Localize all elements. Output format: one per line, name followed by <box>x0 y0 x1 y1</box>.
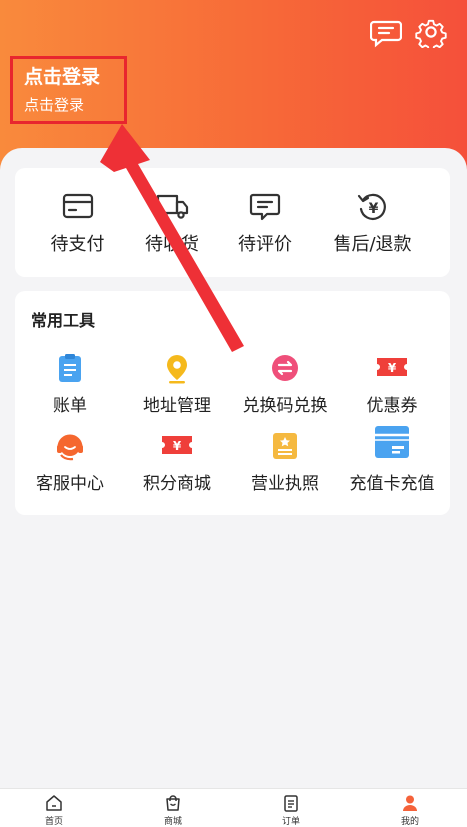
order-label: 待收货 <box>145 234 199 255</box>
tab-label: 商城 <box>163 817 182 827</box>
order-pending-receipt[interactable]: 待收货 <box>127 168 217 277</box>
license-icon <box>271 431 299 465</box>
headset-icon <box>55 431 85 465</box>
shopping-bag-icon <box>164 794 182 816</box>
user-icon <box>401 794 419 816</box>
tools-title: 常用工具 <box>31 311 96 330</box>
card-icon <box>62 192 94 224</box>
order-pending-review[interactable]: 待评价 <box>220 168 310 277</box>
tab-mall[interactable]: 商城 <box>133 789 213 827</box>
tool-coupon[interactable]: ¥ 优惠券 <box>337 353 447 417</box>
tab-orders[interactable]: 订单 <box>251 789 331 827</box>
tool-points-mall[interactable]: ¥ 积分商城 <box>122 431 232 495</box>
tool-label: 账单 <box>53 396 87 416</box>
tool-label: 兑换码兑换 <box>242 396 328 416</box>
common-tools-card: 常用工具 账单 地址管理 兑换码兑换 ¥ 优惠券 客服中心 ¥ 积分商城 营业执… <box>15 291 450 515</box>
login-title[interactable]: 点击登录 <box>24 65 124 89</box>
tab-home[interactable]: 首页 <box>14 789 94 827</box>
tab-mine[interactable]: 我的 <box>370 789 450 827</box>
tool-label: 充值卡充值 <box>349 474 435 494</box>
points-ticket-icon: ¥ <box>160 431 194 463</box>
refund-icon: ¥ <box>357 192 389 226</box>
order-pending-payment[interactable]: 待支付 <box>35 168 120 277</box>
order-label: 待支付 <box>50 234 105 255</box>
gear-icon[interactable] <box>415 16 447 48</box>
login-subtitle[interactable]: 点击登录 <box>24 95 124 115</box>
chat-bubble-icon[interactable] <box>370 16 402 48</box>
comment-icon <box>249 192 281 226</box>
exchange-icon <box>270 353 300 387</box>
tool-customer-service[interactable]: 客服中心 <box>15 431 125 495</box>
svg-text:¥: ¥ <box>368 201 378 217</box>
svg-text:¥: ¥ <box>388 361 397 375</box>
tool-bill[interactable]: 账单 <box>15 353 125 417</box>
tool-business-license[interactable]: 营业执照 <box>230 431 340 495</box>
home-icon <box>45 794 63 816</box>
tool-label: 营业执照 <box>251 474 319 494</box>
tab-label: 首页 <box>44 817 63 827</box>
tool-recharge-card[interactable]: 充值卡充值 <box>337 426 447 495</box>
tool-redeem-code[interactable]: 兑换码兑换 <box>230 353 340 417</box>
tab-label: 我的 <box>400 817 419 827</box>
order-status-card: 待支付 待收货 待评价 ¥ 售后/退款 <box>15 168 450 277</box>
location-pin-icon <box>163 353 191 389</box>
tool-address[interactable]: 地址管理 <box>122 353 232 417</box>
order-label: 售后/退款 <box>333 234 412 255</box>
tool-label: 地址管理 <box>143 396 211 416</box>
tool-label: 客服中心 <box>36 474 104 494</box>
tool-label: 积分商城 <box>143 474 211 494</box>
truck-icon <box>155 192 189 224</box>
tab-label: 订单 <box>281 817 300 827</box>
bottom-tab-bar: 首页 商城 订单 我的 <box>0 788 467 827</box>
tool-label: 优惠券 <box>366 396 418 416</box>
bill-icon <box>57 353 83 387</box>
svg-text:¥: ¥ <box>173 439 182 453</box>
login-area[interactable]: 点击登录 点击登录 <box>10 56 127 124</box>
order-list-icon <box>282 794 300 816</box>
coupon-icon: ¥ <box>375 353 409 385</box>
recharge-card-icon <box>374 426 410 463</box>
order-after-sales[interactable]: ¥ 售后/退款 <box>320 168 425 277</box>
order-label: 待评价 <box>238 234 292 255</box>
